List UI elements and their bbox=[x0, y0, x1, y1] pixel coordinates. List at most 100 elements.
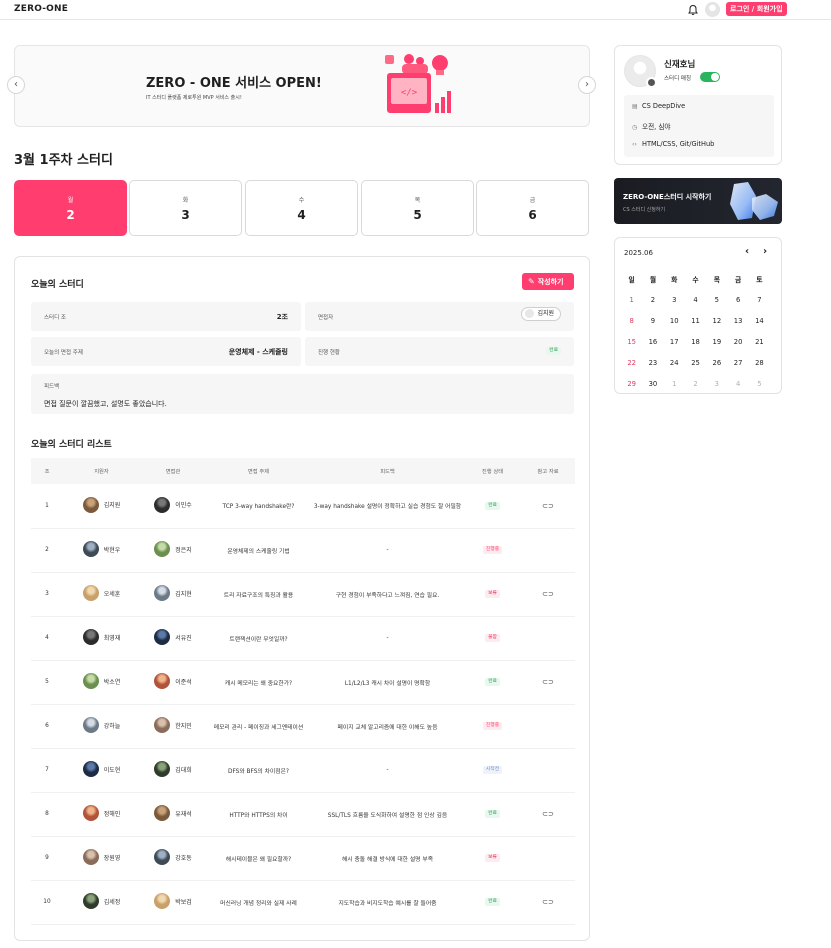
avatar[interactable] bbox=[705, 2, 720, 17]
status-badge: 완료 bbox=[485, 898, 500, 906]
cell-feedback: 해시 충돌 해결 방식에 대한 설명 부족 bbox=[311, 836, 464, 881]
calendar-day[interactable]: 1 bbox=[621, 296, 642, 304]
calendar-day[interactable]: 5 bbox=[749, 380, 770, 388]
link-icon[interactable]: ⊂⊃ bbox=[542, 898, 554, 906]
matching-toggle[interactable] bbox=[700, 72, 720, 82]
table-row[interactable]: 2 박현우 정은지 운영체제의 스케줄링 기법 - 진행중 bbox=[31, 528, 575, 573]
table-row[interactable]: 7 이도현 김대희 DFS와 BFS의 차이점은? - 시작전 bbox=[31, 748, 575, 793]
applicant-name: 최영재 bbox=[103, 634, 121, 642]
calendar-day[interactable]: 25 bbox=[685, 359, 706, 367]
calendar-day[interactable]: 17 bbox=[664, 338, 685, 346]
cell-feedback: - bbox=[311, 528, 464, 573]
cell-reference bbox=[521, 616, 575, 661]
calendar-day[interactable]: 29 bbox=[621, 380, 642, 388]
calendar-day[interactable]: 6 bbox=[727, 296, 748, 304]
cell-group: 6 bbox=[31, 704, 63, 749]
calendar-day[interactable]: 9 bbox=[642, 317, 663, 325]
calendar-day[interactable]: 26 bbox=[706, 359, 727, 367]
camera-icon[interactable] bbox=[646, 77, 657, 88]
calendar: 2025.06 ‹ › 일 월 화 수 목 금 토 1 2 3 4 5 6 7 8 9 10 11 12 13 14 15… bbox=[614, 237, 782, 394]
link-icon[interactable]: ⊂⊃ bbox=[542, 810, 554, 818]
cell-status: 완료 bbox=[464, 880, 521, 925]
study-group-box: 스터디 조 2조 bbox=[31, 302, 301, 331]
interviewer-chip[interactable]: 김지원 bbox=[521, 307, 561, 321]
calendar-day[interactable]: 3 bbox=[664, 296, 685, 304]
day-tab-fri[interactable]: 금 6 bbox=[476, 180, 589, 236]
code-icon: ‹› bbox=[632, 141, 637, 148]
bell-icon[interactable] bbox=[687, 4, 699, 16]
day-tab-tue[interactable]: 화 3 bbox=[129, 180, 242, 236]
write-button[interactable]: ✎ 작성하기 bbox=[522, 273, 574, 290]
calendar-day[interactable]: 24 bbox=[664, 359, 685, 367]
calendar-day[interactable]: 2 bbox=[685, 380, 706, 388]
banner-next-button[interactable]: › bbox=[578, 76, 596, 94]
link-icon[interactable]: ⊂⊃ bbox=[542, 678, 554, 686]
cell-interviewer: 서유진 bbox=[140, 616, 206, 661]
calendar-day[interactable]: 5 bbox=[706, 296, 727, 304]
link-icon[interactable]: ⊂⊃ bbox=[542, 590, 554, 598]
pencil-icon: ✎ bbox=[528, 277, 535, 286]
table-row[interactable]: 10 김세정 박보검 머신러닝 개념 정리와 실제 사례 지도학습과 비지도학습 예시를… bbox=[31, 880, 575, 925]
cell-feedback: - bbox=[311, 616, 464, 661]
table-row[interactable]: 8 정해인 유재석 HTTP와 HTTPS의 차이 SSL/TLS 흐름을 도식화하여 … bbox=[31, 792, 575, 837]
table-row[interactable]: 3 오세훈 김지현 트리 자료구조의 특징과 활용 구현 경험이 부족하다고 느껴짐, … bbox=[31, 572, 575, 617]
start-study-card[interactable]: ZERO-ONE스터디 시작하기 CS 스터디 신청하기 bbox=[614, 178, 782, 224]
status-badge: 보류 bbox=[485, 590, 500, 598]
banner-illustration: </> bbox=[385, 54, 451, 113]
calendar-day[interactable]: 19 bbox=[706, 338, 727, 346]
calendar-day[interactable]: 11 bbox=[685, 317, 706, 325]
day-date: 3 bbox=[181, 208, 190, 222]
calendar-day[interactable]: 3 bbox=[706, 380, 727, 388]
calendar-day[interactable]: 16 bbox=[642, 338, 663, 346]
interviewer-name: 이준석 bbox=[175, 678, 192, 686]
profile-info-text: CS DeepDive bbox=[642, 102, 686, 110]
calendar-prev-icon[interactable]: ‹ bbox=[745, 246, 749, 257]
calendar-day[interactable]: 13 bbox=[727, 317, 748, 325]
login-signup-button[interactable]: 로그인 / 회원가입 bbox=[726, 2, 787, 16]
calendar-day[interactable]: 21 bbox=[749, 338, 770, 346]
banner-prev-button[interactable]: ‹ bbox=[7, 76, 25, 94]
feedback-box: 피드백 면접 질문이 깔끔했고, 설명도 좋았습니다. bbox=[31, 374, 574, 414]
calendar-day[interactable]: 15 bbox=[621, 338, 642, 346]
table-row[interactable]: 9 장원영 강호동 해시테이블은 왜 필요할까? 해시 충돌 해결 방식에 대한 설명 … bbox=[31, 836, 575, 881]
calendar-day[interactable]: 18 bbox=[685, 338, 706, 346]
day-tab-thu[interactable]: 목 5 bbox=[361, 180, 474, 236]
calendar-day[interactable]: 4 bbox=[727, 380, 748, 388]
logo[interactable]: ZERO-ONE bbox=[14, 4, 68, 14]
calendar-day[interactable]: 1 bbox=[664, 380, 685, 388]
table-row[interactable]: 5 박소연 이준석 캐시 메모리는 왜 중요한가? L1/L2/L3 캐시 차이 설명이… bbox=[31, 660, 575, 705]
calendar-day[interactable]: 7 bbox=[749, 296, 770, 304]
cell-feedback: 구현 경험이 부족하다고 느껴짐, 연습 필요. bbox=[311, 572, 464, 617]
status-badge: 시작전 bbox=[482, 766, 503, 774]
calendar-next-icon[interactable]: › bbox=[763, 246, 767, 257]
calendar-day[interactable]: 28 bbox=[749, 359, 770, 367]
calendar-day[interactable]: 23 bbox=[642, 359, 663, 367]
calendar-day[interactable]: 27 bbox=[727, 359, 748, 367]
calendar-day[interactable]: 4 bbox=[685, 296, 706, 304]
calendar-day[interactable]: 30 bbox=[642, 380, 663, 388]
table-row[interactable]: 1 김지원 이민수 TCP 3-way handshake란? 3-way handsh… bbox=[31, 484, 575, 529]
day-date: 2 bbox=[66, 208, 75, 222]
today-study-panel: 오늘의 스터디 ✎ 작성하기 스터디 조 2조 면접자 김지원 오늘의 면접 주제… bbox=[14, 256, 590, 941]
calendar-day[interactable]: 8 bbox=[621, 317, 642, 325]
calendar-day[interactable]: 10 bbox=[664, 317, 685, 325]
day-tab-wed[interactable]: 수 4 bbox=[245, 180, 358, 236]
feedback-text: 면접 질문이 깔끔했고, 설명도 좋았습니다. bbox=[44, 400, 167, 408]
link-icon[interactable]: ⊂⊃ bbox=[542, 502, 554, 510]
applicant-name: 김지원 bbox=[103, 502, 121, 510]
calendar-day[interactable]: 12 bbox=[706, 317, 727, 325]
table-row[interactable]: 4 최영재 서유진 트랜잭션이란 무엇일까? - 불참 bbox=[31, 616, 575, 661]
table-row[interactable]: 6 강하늘 한지민 메모리 관리 - 페이징과 세그멘테이션 페이지 교체 알고리즘에 … bbox=[31, 704, 575, 749]
calendar-day[interactable]: 2 bbox=[642, 296, 663, 304]
interviewer-name: 유재석 bbox=[175, 810, 192, 818]
applicant-name: 강하늘 bbox=[103, 722, 121, 730]
calendar-day[interactable]: 14 bbox=[749, 317, 770, 325]
applicant-name: 정해인 bbox=[103, 810, 121, 818]
avatar bbox=[154, 849, 171, 865]
applicant-name: 이도현 bbox=[103, 766, 121, 774]
calendar-day[interactable]: 22 bbox=[621, 359, 642, 367]
cell-interviewer: 이민수 bbox=[140, 484, 206, 529]
day-tab-mon[interactable]: 월 2 bbox=[14, 180, 127, 236]
interviewer-box: 면접자 김지원 bbox=[305, 302, 574, 331]
calendar-day[interactable]: 20 bbox=[727, 338, 748, 346]
